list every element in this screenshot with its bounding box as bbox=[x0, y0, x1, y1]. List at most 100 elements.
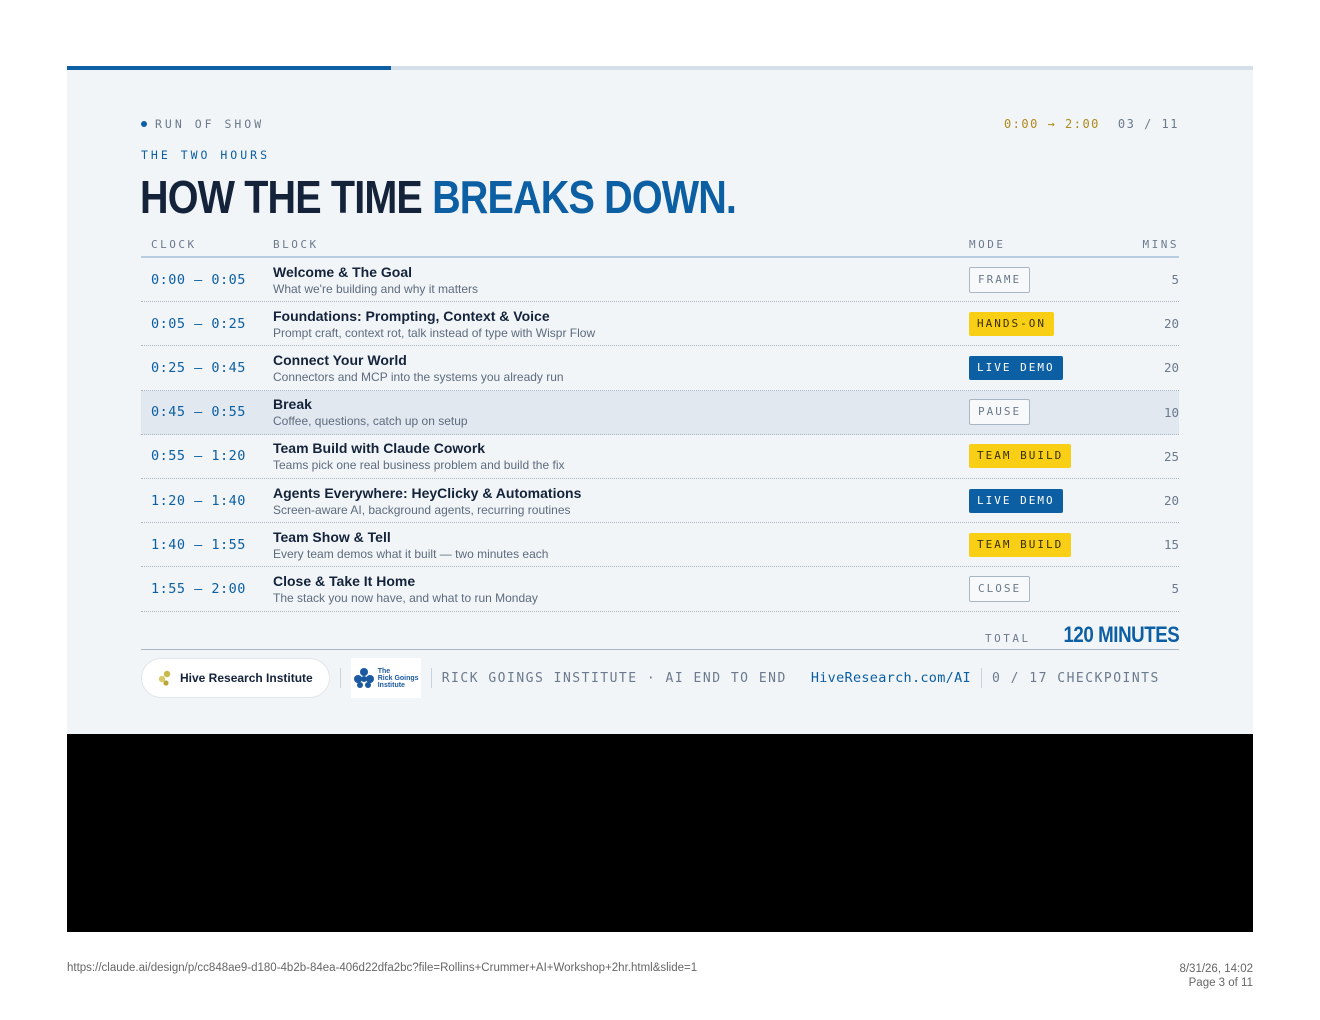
mode-badge: PAUSE bbox=[969, 399, 1031, 426]
total-value: 120 MINUTES bbox=[1063, 622, 1179, 647]
row-description: The stack you now have, and what to run … bbox=[273, 590, 538, 605]
row-description: Teams pick one real business problem and… bbox=[273, 458, 565, 473]
row-mins: 20 bbox=[1163, 316, 1179, 332]
row-title: Team Build with Claude Cowork bbox=[273, 440, 486, 457]
row-mode: FRAME bbox=[969, 266, 1119, 293]
row-description: Coffee, questions, catch up on setup bbox=[273, 414, 468, 429]
row-mode: TEAM BUILD bbox=[969, 532, 1119, 557]
site-link[interactable]: HiveResearch.com/AI bbox=[811, 670, 971, 686]
row-mins: 5 bbox=[1171, 581, 1179, 597]
table-row: 0:55 — 1:20 Team Build with Claude Cowork… bbox=[141, 435, 1179, 479]
table-row: 1:40 — 1:55 Team Show & Tell Every team de… bbox=[141, 523, 1179, 568]
table-header: CLOCK BLOCK MODE MINS bbox=[141, 232, 1179, 258]
mode-badge: CLOSE bbox=[969, 575, 1031, 602]
col-block: BLOCK bbox=[273, 237, 319, 251]
row-mode: TEAM BUILD bbox=[969, 444, 1119, 469]
print-url: https://claude.ai/design/p/cc848ae9-d180… bbox=[67, 962, 698, 974]
row-clock: 0:55 — 1:20 bbox=[151, 448, 246, 465]
mode-badge: LIVE DEMO bbox=[969, 355, 1063, 380]
row-description: Screen-aware AI, background agents, recu… bbox=[273, 502, 571, 517]
row-title: Agents Everywhere: HeyClicky & Automatio… bbox=[273, 484, 582, 501]
row-block: Welcome & The Goal What we're building an… bbox=[273, 263, 969, 297]
footer: Hive Research Institute The Rick Goings … bbox=[141, 658, 1179, 698]
eyebrow-label: RUN OF SHOW bbox=[155, 117, 265, 131]
star-emblem-icon bbox=[353, 668, 374, 688]
eyebrow: RUN OF SHOW bbox=[141, 117, 264, 131]
row-block: Close & Take It Home The stack you now ha… bbox=[273, 572, 969, 606]
subhead: THE TWO HOURS bbox=[141, 148, 271, 162]
row-title: Welcome & The Goal bbox=[273, 263, 412, 280]
table-row: 0:25 — 0:45 Connect Your World Connectors … bbox=[141, 346, 1179, 391]
row-block: Connect Your World Connectors and MCP int… bbox=[273, 351, 969, 385]
bullet-dot-icon bbox=[141, 121, 147, 127]
page-title: HOW THE TIME BREAKS DOWN. bbox=[140, 170, 737, 224]
table-row: 0:00 — 0:05 Welcome & The Goal What we're … bbox=[141, 258, 1179, 303]
row-mins: 5 bbox=[1171, 272, 1179, 288]
row-mins: 10 bbox=[1163, 404, 1179, 420]
row-title: Foundations: Prompting, Context & Voice bbox=[273, 307, 550, 324]
blank-area bbox=[67, 734, 1253, 932]
row-mode: HANDS-ON bbox=[969, 311, 1119, 336]
print-meta: 8/31/26, 14:02 Page 3 of 11 bbox=[1179, 962, 1253, 990]
table-row: 1:20 — 1:40 Agents Everywhere: HeyClicky … bbox=[141, 479, 1179, 524]
divider bbox=[430, 668, 432, 688]
row-block: Agents Everywhere: HeyClicky & Automatio… bbox=[273, 484, 969, 518]
row-mode: CLOSE bbox=[969, 575, 1119, 602]
row-mode: LIVE DEMO bbox=[969, 488, 1119, 513]
row-mins: 15 bbox=[1163, 537, 1179, 553]
hive-logo: Hive Research Institute bbox=[141, 658, 330, 698]
print-page: Page 3 of 11 bbox=[1188, 977, 1253, 989]
row-block: Team Build with Claude Cowork Teams pick … bbox=[273, 439, 969, 473]
table-row: 0:45 — 0:55 Break Coffee, questions, catch… bbox=[141, 390, 1179, 435]
col-clock: CLOCK bbox=[151, 237, 197, 251]
divider bbox=[339, 668, 341, 688]
slide: RUN OF SHOW 0:00 → 2:00 03 / 11 THE TWO … bbox=[67, 66, 1253, 734]
row-mins: 20 bbox=[1163, 493, 1179, 509]
row-title: Close & Take It Home bbox=[273, 572, 416, 589]
row-block: Team Show & Tell Every team demos what it… bbox=[273, 528, 969, 562]
row-mode: PAUSE bbox=[969, 399, 1119, 426]
institute-label: RICK GOINGS INSTITUTE · AI END TO END bbox=[441, 670, 787, 686]
col-mode: MODE bbox=[969, 237, 1006, 251]
row-clock: 0:25 — 0:45 bbox=[151, 359, 246, 376]
row-mins: 25 bbox=[1163, 448, 1179, 464]
divider bbox=[980, 668, 982, 688]
checkpoints-counter: 0 / 17 CHECKPOINTS bbox=[991, 670, 1160, 686]
title-accent: BREAKS DOWN. bbox=[432, 171, 737, 223]
row-mode: LIVE DEMO bbox=[969, 355, 1119, 380]
rick-goings-logo: The Rick Goings Institute bbox=[350, 658, 421, 698]
table-row: 0:05 — 0:25 Foundations: Prompting, Conte… bbox=[141, 302, 1179, 347]
row-clock: 1:55 — 2:00 bbox=[151, 580, 246, 597]
row-title: Team Show & Tell bbox=[273, 528, 391, 545]
row-mins: 20 bbox=[1163, 360, 1179, 376]
mode-badge: FRAME bbox=[969, 266, 1031, 293]
mode-badge: HANDS-ON bbox=[969, 311, 1054, 336]
schedule-table: CLOCK BLOCK MODE MINS 0:00 — 0:05 Welcome… bbox=[141, 232, 1179, 612]
row-description: Prompt craft, context rot, talk instead … bbox=[273, 325, 596, 340]
row-clock: 1:20 — 1:40 bbox=[151, 492, 246, 509]
row-clock: 1:40 — 1:55 bbox=[151, 536, 246, 553]
row-clock: 0:00 — 0:05 bbox=[151, 271, 246, 288]
row-block: Break Coffee, questions, catch up on setu… bbox=[273, 395, 969, 429]
progress-track bbox=[67, 66, 1253, 70]
table-row: 1:55 — 2:00 Close & Take It Home The stack… bbox=[141, 567, 1179, 612]
row-clock: 0:45 — 0:55 bbox=[151, 404, 246, 421]
col-mins: MINS bbox=[1142, 237, 1179, 251]
page-counter: 03 / 11 bbox=[1117, 117, 1179, 131]
row-clock: 0:05 — 0:25 bbox=[151, 315, 246, 332]
mode-badge: TEAM BUILD bbox=[969, 444, 1072, 469]
mode-badge: LIVE DEMO bbox=[969, 488, 1063, 513]
table-body: 0:00 — 0:05 Welcome & The Goal What we're … bbox=[141, 258, 1179, 612]
row-block: Foundations: Prompting, Context & Voice P… bbox=[273, 307, 969, 341]
row-description: Every team demos what it built — two min… bbox=[273, 546, 549, 561]
row-description: Connectors and MCP into the systems you … bbox=[273, 369, 564, 384]
hive-logo-text: Hive Research Institute bbox=[180, 671, 313, 685]
rg-logo-text: The Rick Goings Institute bbox=[377, 667, 419, 689]
total-label: TOTAL bbox=[985, 632, 1031, 645]
row-title: Break bbox=[273, 396, 312, 413]
slide-meta: 0:00 → 2:00 03 / 11 bbox=[1004, 117, 1179, 131]
footer-divider bbox=[141, 649, 1179, 650]
mode-badge: TEAM BUILD bbox=[969, 532, 1072, 557]
print-datetime: 8/31/26, 14:02 bbox=[1179, 963, 1253, 975]
progress-fill bbox=[67, 66, 391, 70]
